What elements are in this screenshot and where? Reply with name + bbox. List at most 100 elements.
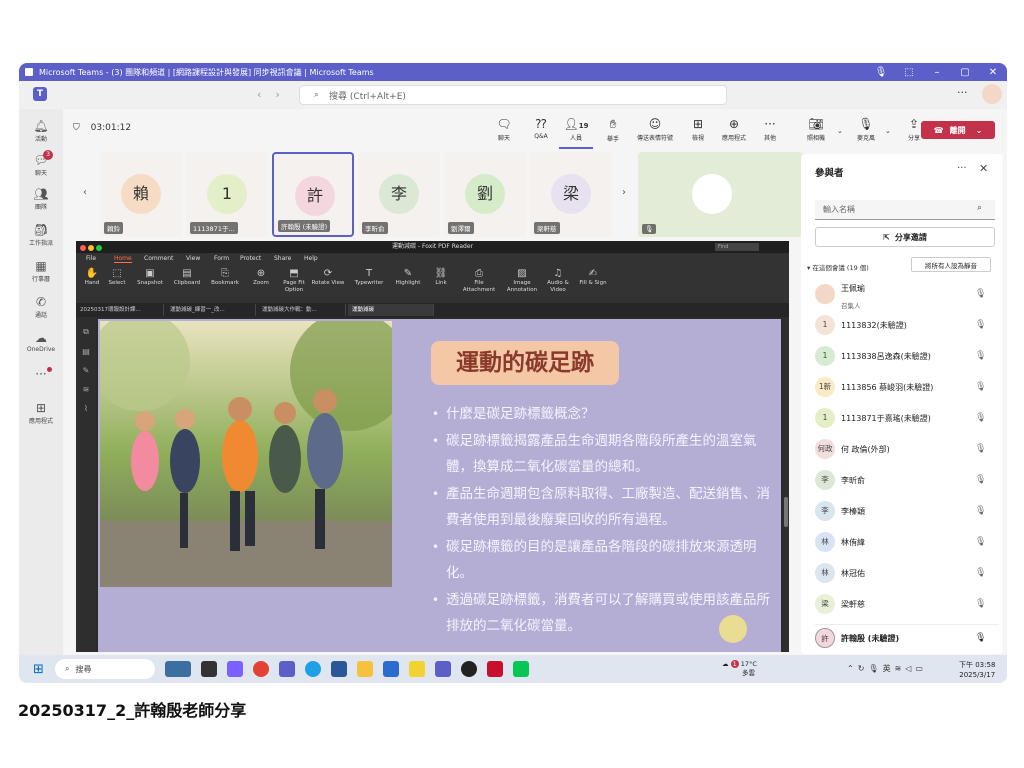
pdf-ribbon-button[interactable]: ♫ Audio & Video [540, 268, 576, 294]
participant-row[interactable]: 林林冠佑 🎙︎ [815, 560, 999, 588]
comment-panel-icon[interactable]: ✎ [76, 366, 96, 375]
rail-onedrive[interactable]: ☁ OneDrive [19, 331, 63, 353]
pdf-menu-item[interactable]: Comment [144, 255, 173, 262]
more-button[interactable]: ··· 其他 [753, 117, 787, 142]
mute-all-button[interactable]: 將所有人設為靜音 [911, 257, 991, 272]
line-icon[interactable] [513, 661, 529, 677]
copilot-icon[interactable] [227, 661, 243, 677]
participant-row[interactable]: 1新 1113856 蔡峻羽(未驗證) 🎙︎ [815, 374, 999, 402]
pdf-ribbon-button[interactable]: ✎ Highlight [390, 268, 426, 287]
strip-next-icon[interactable]: › [622, 187, 626, 198]
in-meeting-section[interactable]: ▾ 在這個會議 (19 個) [807, 262, 869, 272]
panel-more-icon[interactable]: ··· [957, 163, 967, 174]
pop-out-icon[interactable]: ⬚ [895, 67, 923, 78]
pdf-menu-item[interactable]: Protect [240, 255, 261, 262]
qa-button[interactable]: ⁇ Q&A [524, 117, 558, 140]
file-explorer-icon[interactable] [357, 661, 373, 677]
mcafee-icon[interactable] [487, 661, 503, 677]
minimize-button[interactable]: – [923, 67, 951, 78]
pdf-tab[interactable]: 運動減碳大作戰：動... [258, 304, 346, 316]
edge-icon[interactable] [305, 661, 321, 677]
layers-panel-icon[interactable]: ≋ [76, 385, 96, 394]
profile-avatar[interactable] [982, 84, 1002, 104]
pdf-ribbon-button[interactable]: ✍ Fill & Sign [575, 268, 611, 287]
taskbar-clock[interactable]: 下午 03:58 2025/3/17 [959, 660, 995, 680]
ime-indicator[interactable]: 英 [883, 664, 895, 673]
mic-off-icon[interactable]: 🎙︎ [975, 599, 986, 609]
vscode-icon[interactable] [383, 661, 399, 677]
mic-options-chevron-icon[interactable]: ⌄ [885, 127, 891, 135]
participant-row[interactable]: 李李昕俞 🎙︎ [815, 467, 999, 495]
participant-row[interactable]: 何政何 政倫(外部) 🎙︎ [815, 436, 999, 464]
pdf-menu-item[interactable]: View [186, 255, 200, 262]
windows-start-icon[interactable]: ⊞ [33, 662, 44, 677]
sync-icon[interactable]: ↻ [858, 664, 869, 673]
system-tray[interactable]: ⌃↻🎙︎英≋◁▭ [847, 663, 927, 674]
pdf-ribbon-button[interactable]: ⬒ Page Fit Option [276, 268, 312, 294]
pdf-ribbon-button[interactable]: ▨ Image Annotation [504, 268, 540, 294]
pdf-tab[interactable]: 運動減碳 [348, 304, 434, 316]
pdf-ribbon-button[interactable]: ⎘ Bookmark [207, 268, 243, 287]
rail-teams[interactable]: 👥︎ 團隊 [19, 187, 63, 211]
task-view-icon[interactable] [201, 661, 217, 677]
pdf-tab[interactable]: 20250317環報設計課... [76, 304, 164, 316]
participant-row[interactable]: 1 1113838呂逸森(未驗證) 🎙︎ [815, 343, 999, 371]
pdf-menu-item[interactable]: Help [304, 255, 318, 262]
pdf-tab[interactable]: 運動減碳_練習一_改... [166, 304, 256, 316]
pdf-menu-item[interactable]: Share [274, 255, 291, 262]
mic-off-icon[interactable]: 🎙︎ [975, 568, 986, 578]
pdf-find-field[interactable]: Find [715, 243, 759, 251]
pdf-menu-item[interactable]: Form [214, 255, 229, 262]
teams-classic-icon[interactable] [435, 661, 451, 677]
pdf-ribbon-button[interactable]: ⬚ Select [99, 268, 135, 287]
mic-off-icon[interactable]: 🎙︎ [975, 413, 986, 423]
chrome-icon[interactable] [253, 661, 269, 677]
attachment-panel-icon[interactable]: ⌇ [76, 404, 96, 413]
rail-assignments[interactable]: 🎒︎ 工作指派 [19, 223, 63, 247]
pdf-ribbon-button[interactable]: ⊕ Zoom [243, 268, 279, 287]
mic-on-icon[interactable]: 🎙︎ [975, 633, 986, 643]
bookmark-panel-icon[interactable]: ⧉ [76, 327, 96, 337]
taskbar-widget-icon[interactable] [165, 661, 191, 677]
rail-more[interactable]: ··· [19, 367, 63, 382]
pdf-menu-item[interactable]: File [86, 255, 96, 262]
participant-row[interactable]: 林林侑緯 🎙︎ [815, 529, 999, 557]
teams-taskbar-icon[interactable] [279, 661, 295, 677]
video-tile[interactable]: 梁梁軒慈 [530, 152, 612, 237]
taskbar-search[interactable]: ⌕ 搜尋 [55, 659, 155, 679]
react-button[interactable]: ☺ 傳送表情符號 [631, 117, 679, 142]
mic-off-icon[interactable]: 🎙︎ [975, 320, 986, 330]
mic-button[interactable]: 🎙︎ 麥克風 [849, 117, 883, 142]
chevron-up-icon[interactable]: ⌃ [847, 664, 858, 673]
more-options-icon[interactable]: ··· [957, 86, 968, 99]
chat-button[interactable]: 🗨︎ 聊天 [487, 117, 521, 142]
close-button[interactable]: ✕ [979, 67, 1007, 78]
rail-apps[interactable]: ⊞ 應用程式 [19, 401, 63, 425]
pdf-ribbon-button[interactable]: ▣ Snapshot [132, 268, 168, 287]
pdf-ribbon-button[interactable]: ⛓ Link [423, 268, 459, 287]
camera-button[interactable]: 📷︎ 照相機 [799, 117, 833, 142]
shared-tile[interactable]: 🎙︎ [638, 152, 803, 237]
participant-row[interactable]: 王佩瑜 召集人 🎙︎ [815, 281, 999, 310]
pdf-ribbon-button[interactable]: ⎙ File Attachment [461, 268, 497, 294]
apps-button[interactable]: ⊕ 應用程式 [717, 117, 751, 142]
pdf-ribbon-button[interactable]: ⟳ Rotate View [310, 268, 346, 287]
maximize-button[interactable]: ▢ [951, 67, 979, 78]
mic-tray-icon[interactable]: 🎙︎ [868, 664, 882, 673]
participant-row[interactable]: 1 1113832(未驗證) 🎙︎ [815, 312, 999, 340]
pdf-ribbon-button[interactable]: ▤ Clipboard [169, 268, 205, 287]
participant-search-input[interactable] [815, 200, 995, 220]
volume-icon[interactable]: ◁ [905, 664, 915, 673]
pdf-ribbon-button[interactable]: T Typewriter [351, 268, 387, 287]
search-box[interactable]: ⌕ 搜尋 (Ctrl+Alt+E) [299, 85, 727, 105]
mic-off-icon[interactable]: 🎙︎ [975, 475, 986, 485]
participant-row[interactable]: 1 1113871于熹瑤(未驗證) 🎙︎ [815, 405, 999, 433]
taskbar-weather[interactable]: ☁ 1 17°C 多雲 [722, 660, 757, 678]
pdf-scrollbar[interactable] [783, 317, 789, 652]
paint-icon[interactable] [409, 661, 425, 677]
strip-prev-icon[interactable]: ‹ [83, 187, 87, 198]
share-invite-button[interactable]: ⇱ 分享邀請 [815, 227, 995, 247]
pdf-menu-item[interactable]: Home [114, 255, 132, 263]
mic-tray-icon[interactable]: 🎙 [867, 67, 895, 78]
rail-activity[interactable]: 🔔︎ 活動 [19, 119, 63, 143]
